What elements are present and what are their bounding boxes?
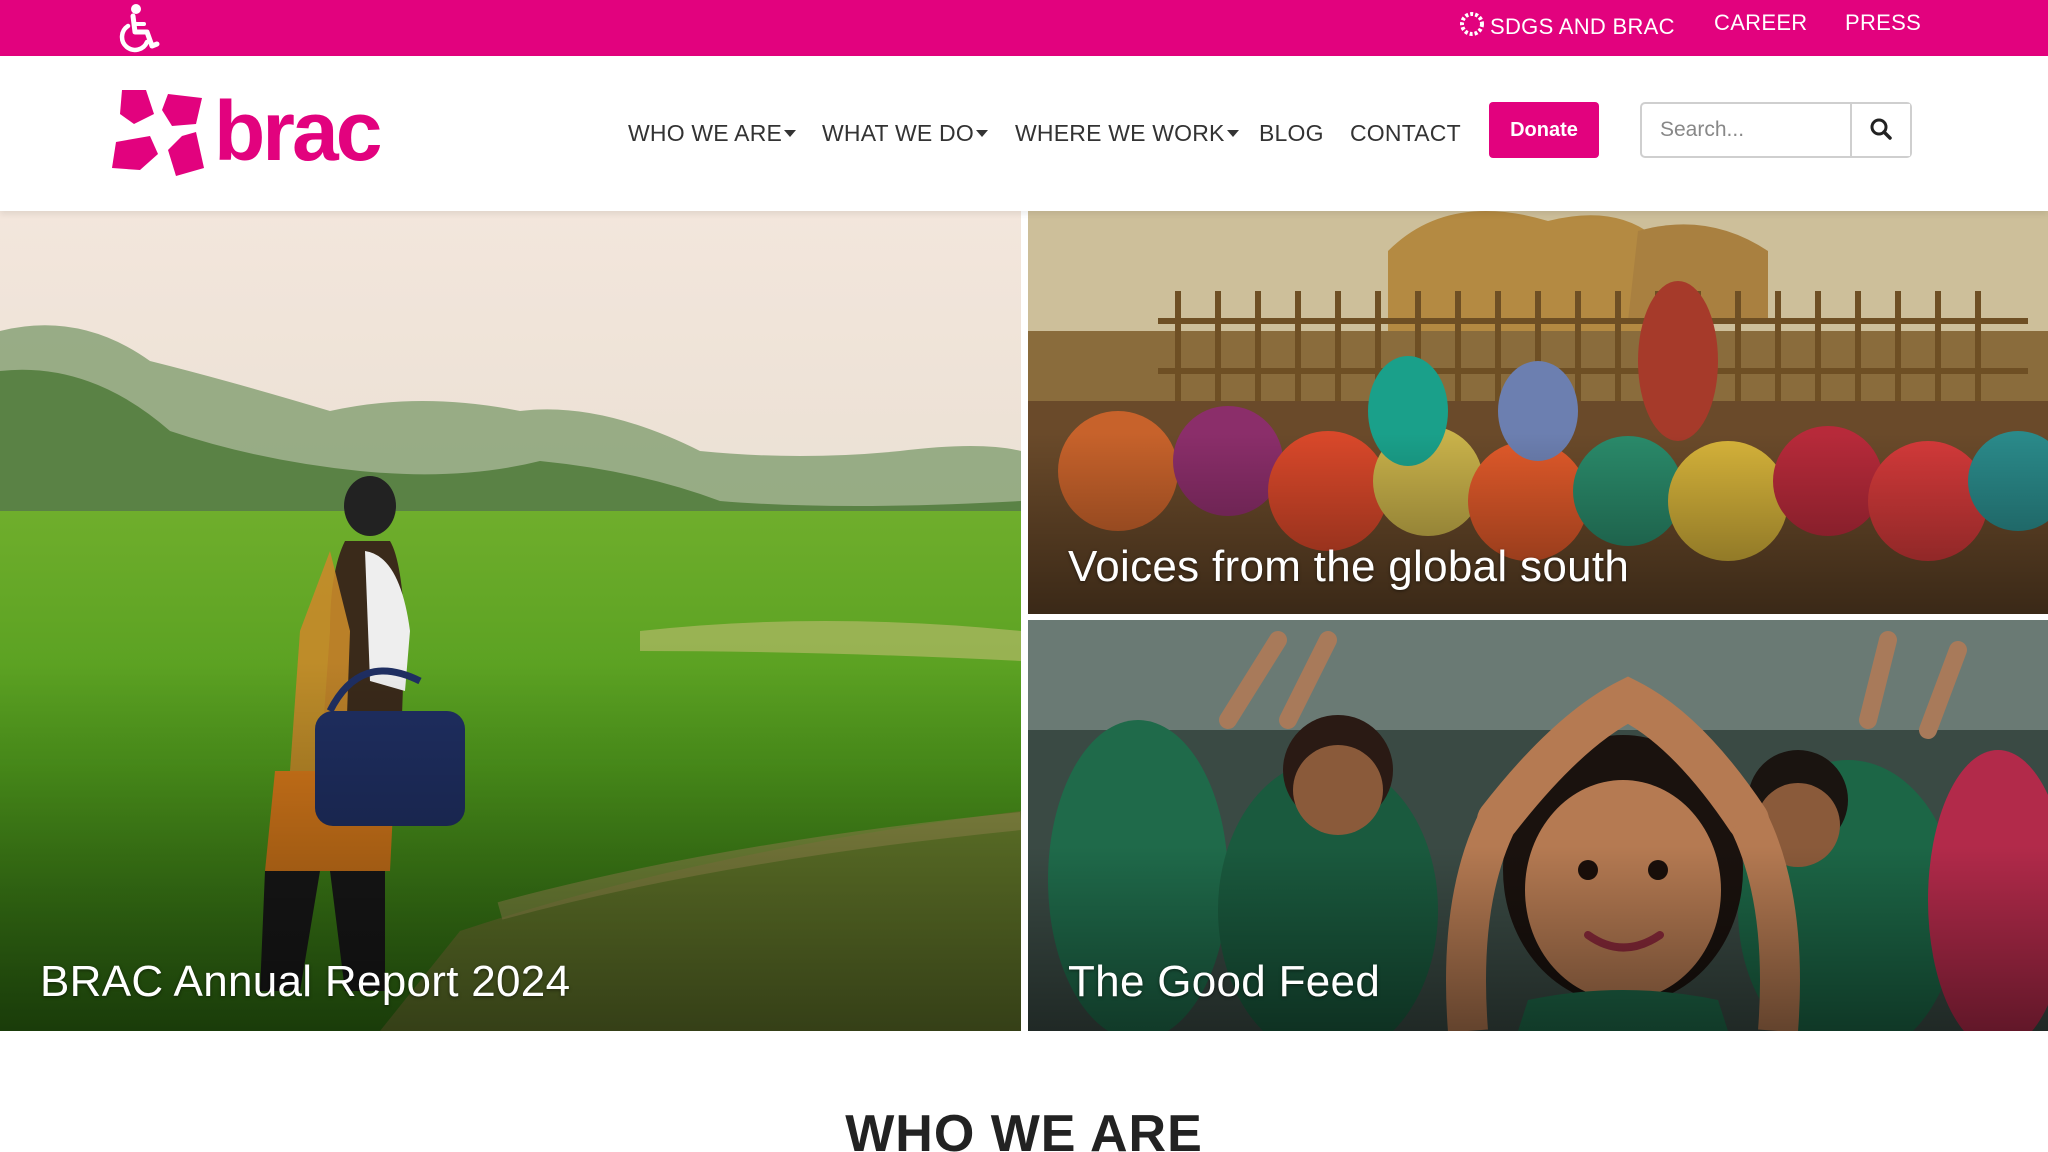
- nav-contact[interactable]: CONTACT: [1350, 119, 1461, 147]
- nav-where-we-work[interactable]: WHERE WE WORK: [1015, 119, 1239, 147]
- hero-caption-annual-report: BRAC Annual Report 2024: [40, 957, 571, 1006]
- hero-caption-voices: Voices from the global south: [1068, 542, 1630, 591]
- caret-down-icon: [975, 130, 988, 137]
- hero-tile-good-feed[interactable]: The Good Feed: [1028, 620, 2048, 1031]
- caret-down-icon: [784, 130, 797, 137]
- search-button[interactable]: [1850, 104, 1910, 156]
- main-header: brac WHO WE ARE WHAT WE DO WHERE WE WORK…: [0, 56, 2048, 211]
- sdgs-and-brac-link[interactable]: SDGS AND BRAC: [1458, 10, 1675, 44]
- magnifier-icon: [1869, 118, 1893, 144]
- brac-logo[interactable]: brac: [110, 84, 400, 184]
- nav-blog[interactable]: BLOG: [1259, 119, 1324, 147]
- career-link[interactable]: CAREER: [1714, 10, 1808, 36]
- sdgs-link-label: SDGS AND BRAC: [1490, 14, 1675, 39]
- donate-button[interactable]: Donate: [1489, 102, 1599, 158]
- hero-tile-voices[interactable]: Voices from the global south: [1028, 211, 2048, 614]
- nav-what-we-do-label: WHAT WE DO: [822, 120, 974, 146]
- wheelchair-accessibility-icon[interactable]: [114, 2, 162, 54]
- sdg-wheel-icon: [1458, 10, 1486, 44]
- hero-tile-annual-report[interactable]: BRAC Annual Report 2024: [0, 211, 1021, 1031]
- nav-who-we-are-label: WHO WE ARE: [628, 120, 783, 146]
- who-we-are-heading: WHO WE ARE: [845, 1105, 1203, 1152]
- caret-down-icon: [1226, 130, 1239, 137]
- nav-what-we-do[interactable]: WHAT WE DO: [822, 119, 988, 147]
- search-form: [1640, 102, 1912, 158]
- search-input[interactable]: [1642, 104, 1850, 156]
- press-link[interactable]: PRESS: [1845, 10, 1921, 36]
- hero-caption-good-feed: The Good Feed: [1068, 957, 1381, 1006]
- top-utility-bar: SDGS AND BRAC CAREER PRESS: [0, 0, 2048, 56]
- nav-who-we-are[interactable]: WHO WE ARE: [628, 119, 797, 147]
- nav-where-we-work-label: WHERE WE WORK: [1015, 120, 1225, 146]
- brac-logo-wordmark: brac: [214, 84, 381, 178]
